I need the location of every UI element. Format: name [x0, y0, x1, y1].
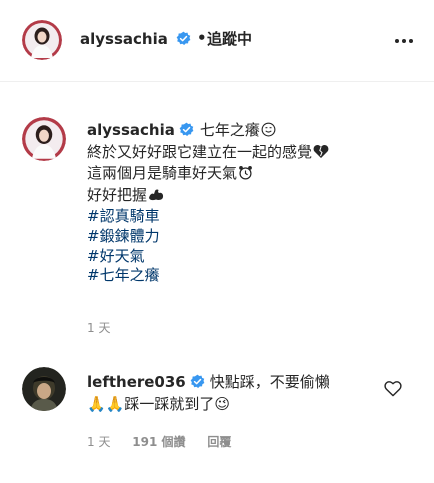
caption-timestamp[interactable]: 1 天 [87, 320, 110, 336]
caption-line: 終於又好好跟它建立在一起的感覺 [87, 143, 417, 165]
comment-timestamp[interactable]: 1 天 [87, 435, 110, 449]
caption-username[interactable]: alyssachia [87, 121, 175, 139]
comment-avatar[interactable] [22, 367, 66, 411]
following-button[interactable]: 追蹤中 [207, 29, 252, 49]
comment-line: lefthere036 快點踩，不要偷懶 [87, 371, 377, 393]
hashtag-link[interactable]: #鍛鍊體力 [87, 227, 417, 247]
post-panel: alyssachia • 追蹤中 alyssachia 七年之癢 終於又好好跟它… [0, 0, 434, 483]
hashtag-link[interactable]: #認真騎車 [87, 207, 417, 227]
hashtag-link[interactable]: #七年之癢 [87, 266, 417, 286]
comment-username[interactable]: lefthere036 [87, 373, 186, 391]
alarm-clock-icon [238, 165, 253, 186]
caption-line-text: 終於又好好跟它建立在一起的感覺 [87, 142, 313, 161]
smiling-face-icon [261, 122, 276, 143]
caption-avatar[interactable] [22, 117, 66, 161]
comment-meta: 1 天 191 個讚 回覆 [87, 434, 231, 450]
verified-badge-icon [190, 373, 205, 388]
caption-text-first: 七年之癢 [199, 121, 260, 139]
avatar[interactable] [22, 20, 62, 60]
avatar-image [22, 20, 62, 60]
comment-likes-link[interactable]: 191 個讚 [132, 435, 185, 449]
caption: alyssachia 七年之癢 終於又好好跟它建立在一起的感覺 這兩個月是騎車好天… [87, 121, 417, 286]
comment-text-line1: 快點踩，不要偷懶 [209, 373, 330, 391]
flexed-biceps-icon [148, 187, 164, 208]
heart-outline-icon[interactable] [384, 380, 402, 397]
caption-line: 好好把握 [87, 186, 417, 208]
avatar-image [22, 117, 66, 161]
comment-text-line2: 🙏🙏踩一踩就到了😉 [87, 395, 230, 413]
comment-line: 🙏🙏踩一踩就到了😉 [87, 393, 377, 415]
avatar-image [22, 367, 66, 411]
header-username[interactable]: alyssachia [80, 29, 168, 49]
hashtag-link[interactable]: #好天氣 [87, 247, 417, 267]
verified-badge-icon [179, 122, 194, 137]
separator-dot: • [197, 29, 207, 47]
caption-line: 這兩個月是騎車好天氣 [87, 164, 417, 186]
verified-badge-icon [176, 31, 191, 46]
caption-line-text: 好好把握 [87, 185, 148, 204]
caption-first-line: alyssachia 七年之癢 [87, 121, 417, 143]
caption-line-text: 這兩個月是騎車好天氣 [87, 164, 238, 183]
comment: lefthere036 快點踩，不要偷懶 🙏🙏踩一踩就到了😉 [87, 371, 377, 415]
broken-heart-icon [313, 144, 329, 165]
post-header: alyssachia • 追蹤中 [0, 0, 434, 82]
more-horizontal-icon[interactable] [394, 31, 414, 51]
reply-button[interactable]: 回覆 [207, 435, 231, 449]
